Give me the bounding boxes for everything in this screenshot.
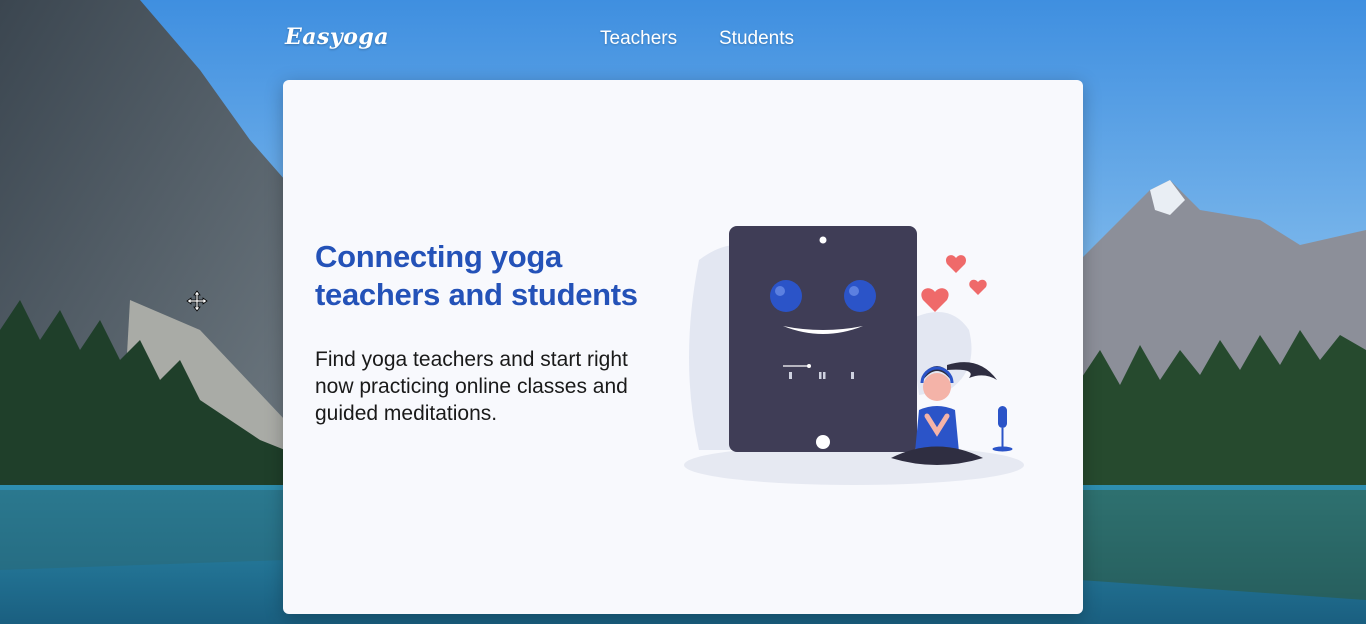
logo[interactable]: Easyoga [285,24,389,50]
hero-card: Connecting yoga teachers and students Fi… [283,80,1083,614]
hero-headline: Connecting yoga teachers and students [315,239,638,312]
move-cursor-icon [186,290,208,312]
yoga-tablet-illustration [684,226,1024,485]
nav-teachers-link[interactable]: Teachers [600,28,677,50]
nav-students-link[interactable]: Students [719,28,794,50]
hero-description: Find yoga teachers and start right now p… [315,348,628,425]
tablet-device [729,226,917,452]
